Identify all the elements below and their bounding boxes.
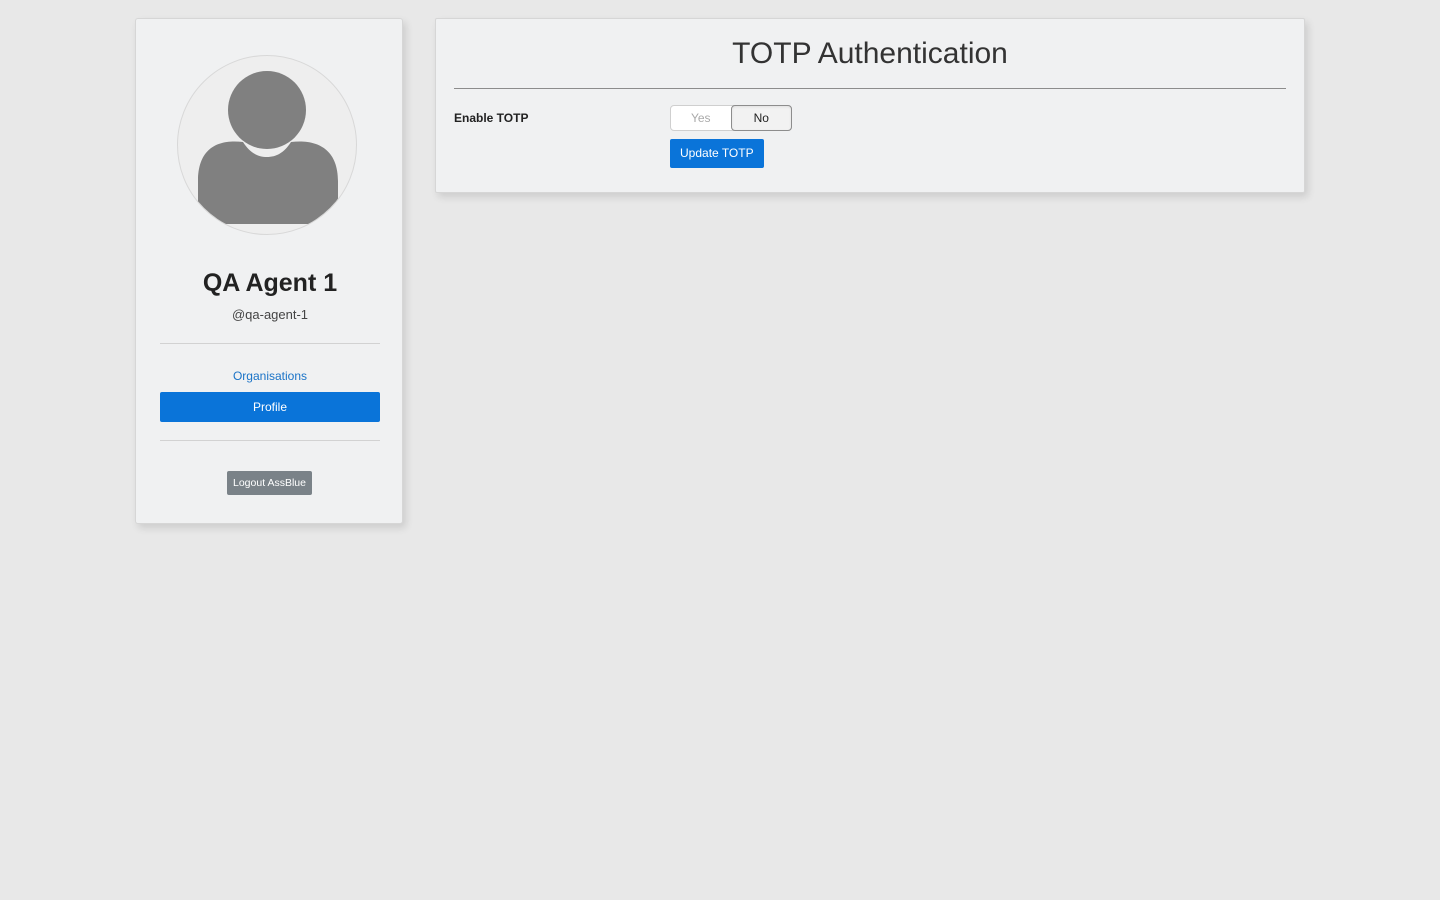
page-title: TOTP Authentication bbox=[732, 37, 1008, 70]
update-totp-button[interactable]: Update TOTP bbox=[670, 139, 764, 168]
totp-settings-card: TOTP Authentication Enable TOTP Yes No U… bbox=[435, 18, 1305, 193]
avatar bbox=[177, 55, 357, 235]
toggle-no-option[interactable]: No bbox=[730, 105, 792, 131]
user-silhouette-icon bbox=[198, 71, 338, 224]
enable-totp-toggle[interactable]: Yes No bbox=[670, 105, 792, 131]
title-divider bbox=[454, 88, 1286, 89]
divider bbox=[160, 343, 380, 344]
logout-button[interactable]: Logout AssBlue bbox=[227, 471, 312, 495]
toggle-yes-option[interactable]: Yes bbox=[671, 106, 731, 130]
nav-profile-button[interactable]: Profile bbox=[160, 392, 380, 422]
nav-organisations-link[interactable]: Organisations bbox=[160, 369, 380, 383]
profile-sidebar: QA Agent 1 @qa-agent-1 Organisations Pro… bbox=[135, 18, 403, 524]
user-name: QA Agent 1 bbox=[202, 269, 338, 297]
divider bbox=[160, 440, 380, 441]
user-handle: @qa-agent-1 bbox=[231, 307, 309, 322]
enable-totp-label: Enable TOTP bbox=[454, 111, 529, 125]
